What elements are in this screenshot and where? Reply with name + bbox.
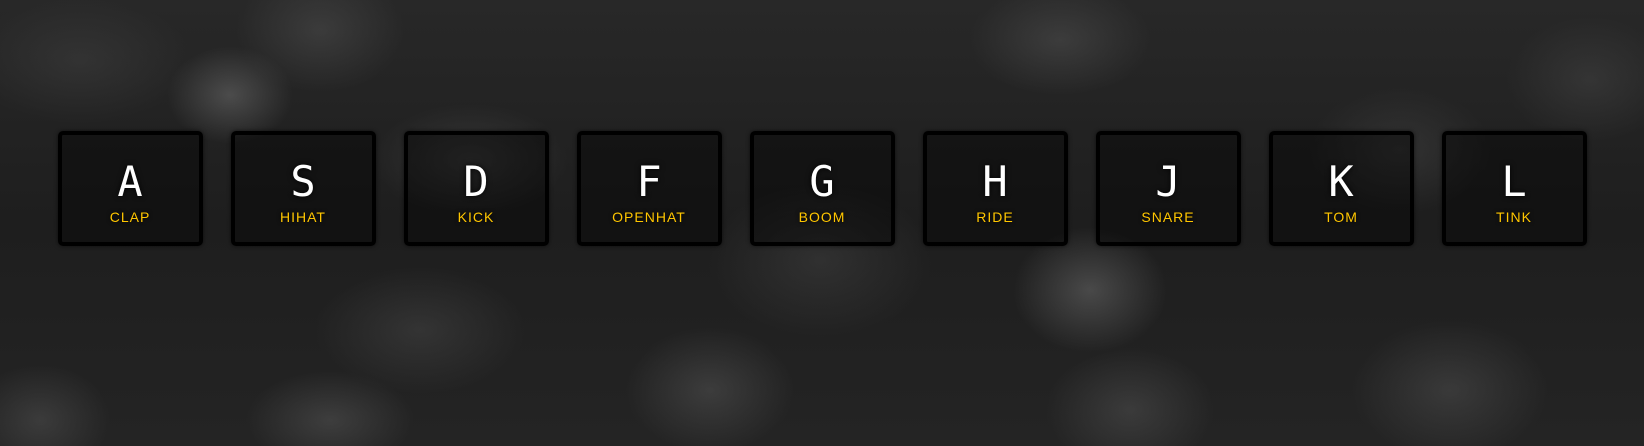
- key-tink[interactable]: L TINK: [1441, 131, 1587, 246]
- key-letter: K: [1328, 156, 1354, 206]
- key-letter: L: [1501, 156, 1527, 206]
- audience-background: A CLAP S HIHAT D KICK F OPENHAT G BOOM H…: [0, 0, 1644, 446]
- key-letter: S: [290, 156, 316, 206]
- key-hihat[interactable]: S HIHAT: [230, 131, 376, 246]
- key-ride[interactable]: H RIDE: [922, 131, 1068, 246]
- key-sound-label: BOOM: [798, 208, 846, 225]
- key-tom[interactable]: K TOM: [1268, 131, 1414, 246]
- key-snare[interactable]: J SNARE: [1095, 131, 1241, 246]
- key-sound-label: TINK: [1496, 208, 1532, 225]
- key-sound-label: SNARE: [1141, 208, 1195, 225]
- key-sound-label: CLAP: [109, 208, 151, 225]
- key-sound-label: RIDE: [976, 208, 1014, 225]
- key-letter: F: [636, 156, 662, 206]
- key-openhat[interactable]: F OPENHAT: [576, 131, 722, 246]
- key-sound-label: HIHAT: [280, 208, 326, 225]
- drum-keys: A CLAP S HIHAT D KICK F OPENHAT G BOOM H…: [0, 131, 1644, 246]
- key-letter: G: [809, 156, 835, 206]
- key-letter: D: [463, 156, 489, 206]
- key-sound-label: KICK: [457, 208, 495, 225]
- key-letter: H: [982, 156, 1008, 206]
- key-kick[interactable]: D KICK: [403, 131, 549, 246]
- key-clap[interactable]: A CLAP: [57, 131, 203, 246]
- key-boom[interactable]: G BOOM: [749, 131, 895, 246]
- key-sound-label: OPENHAT: [612, 208, 686, 225]
- key-sound-label: TOM: [1324, 208, 1358, 225]
- key-letter: J: [1155, 156, 1181, 206]
- key-letter: A: [117, 156, 143, 206]
